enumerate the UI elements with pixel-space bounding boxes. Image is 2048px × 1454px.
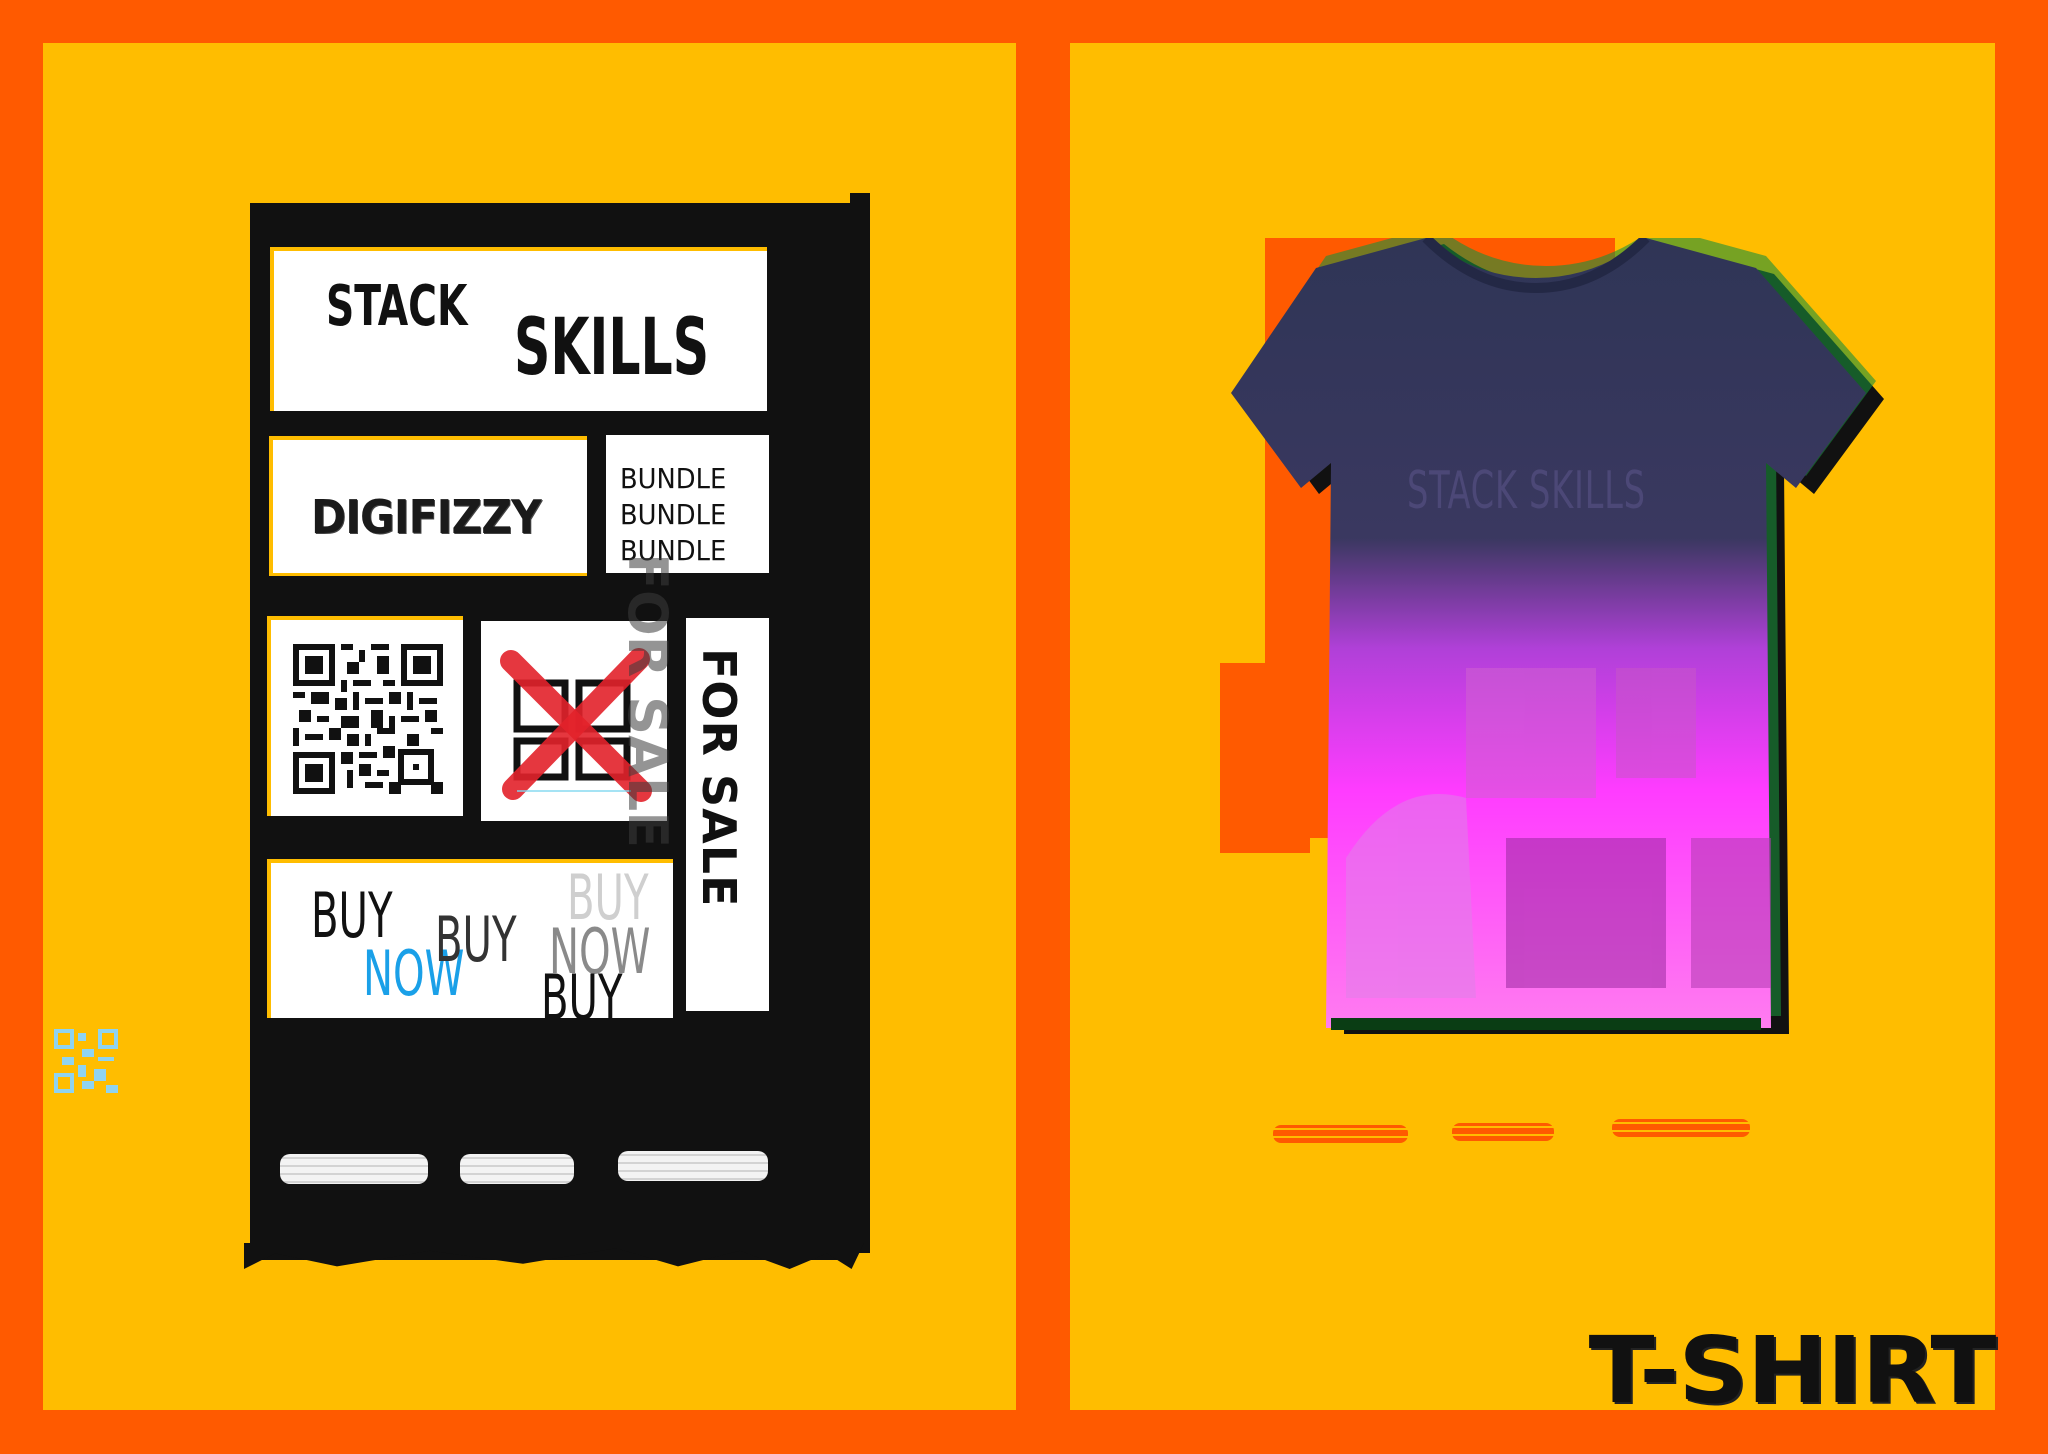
vending-board: STACK SKILLS DIGIFIZZY BUNDLE BUNDLE BUN… xyxy=(244,193,870,1269)
brush-stroke xyxy=(460,1154,574,1184)
brand-name: DIGIFIZZY xyxy=(311,490,542,544)
left-panel: STACK SKILLS DIGIFIZZY BUNDLE BUNDLE BUN… xyxy=(43,43,1016,1410)
shirt-print-text: STACK SKILLS xyxy=(1407,461,1646,521)
bundle-line: BUNDLE xyxy=(620,498,727,531)
right-panel: STACK SKILLS T-SHIRT xyxy=(1070,43,1996,1417)
buy-word: BUY xyxy=(435,903,517,976)
small-qr-icon xyxy=(54,1029,118,1093)
qr-card xyxy=(271,620,463,816)
brand-card: DIGIFIZZY xyxy=(273,440,587,573)
stack-skills-card: STACK SKILLS xyxy=(274,251,767,411)
for-sale-text: FOR SALE xyxy=(692,648,746,908)
qr-code-icon xyxy=(293,644,443,794)
ghost-for-sale-text: FOR SALE xyxy=(616,553,679,849)
brush-stroke xyxy=(1612,1119,1750,1137)
buy-word: BUY xyxy=(541,961,623,1019)
brush-stroke xyxy=(1452,1123,1554,1141)
buy-now-card: BUY NOW BUY BUY NOW BUY xyxy=(271,863,673,1018)
board-edge xyxy=(850,193,870,1253)
brush-stroke xyxy=(280,1154,428,1184)
stack-text: STACK xyxy=(326,274,468,339)
brush-stroke xyxy=(618,1151,768,1181)
brush-stroke xyxy=(1273,1125,1408,1143)
board-drips xyxy=(244,1243,864,1269)
skills-text: SKILLS xyxy=(514,303,710,393)
tshirt-mockup xyxy=(1231,238,1884,1034)
tshirt-label: T-SHIRT xyxy=(1588,1317,1996,1424)
bundle-line: BUNDLE xyxy=(620,462,727,495)
for-sale-card: FOR SALE xyxy=(686,618,769,1011)
